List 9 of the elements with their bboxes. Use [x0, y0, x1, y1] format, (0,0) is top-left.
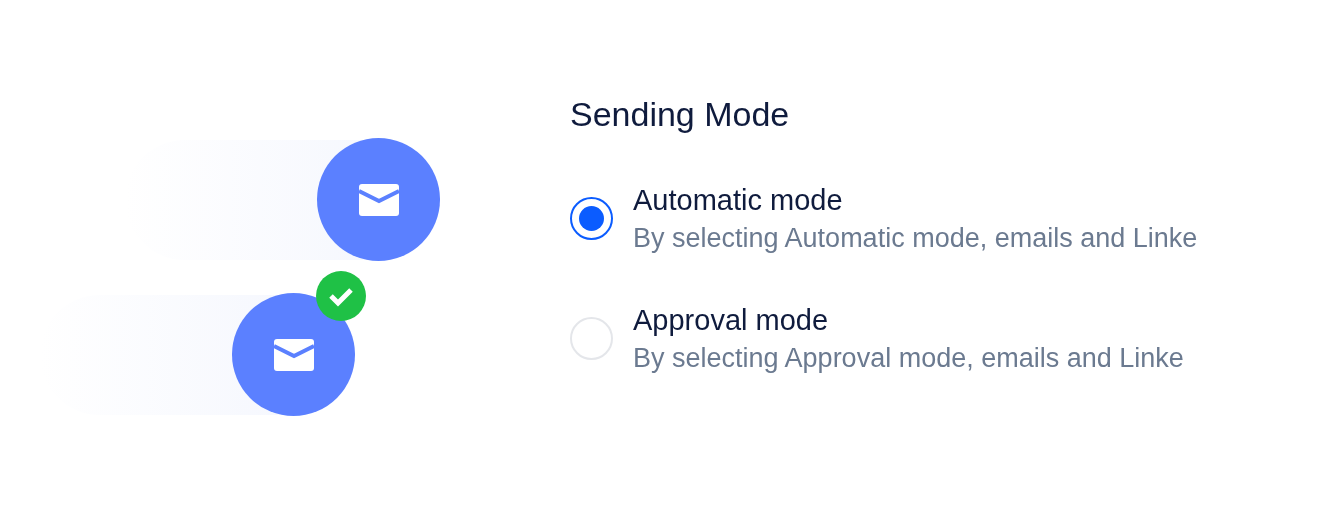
- check-badge-icon: [316, 271, 366, 321]
- option-label: Automatic mode: [633, 183, 844, 218]
- envelope-icon: [273, 338, 314, 371]
- option-label: Approval mode: [633, 303, 830, 338]
- envelope-icon: [358, 183, 399, 216]
- section-title: Sending Mode: [570, 94, 791, 135]
- radio-button[interactable]: [570, 196, 613, 240]
- option-description: By selecting Automatic mode, emails and Linke: [633, 222, 1198, 255]
- option-description: By selecting Approval mode, emails and Linke: [633, 342, 1184, 375]
